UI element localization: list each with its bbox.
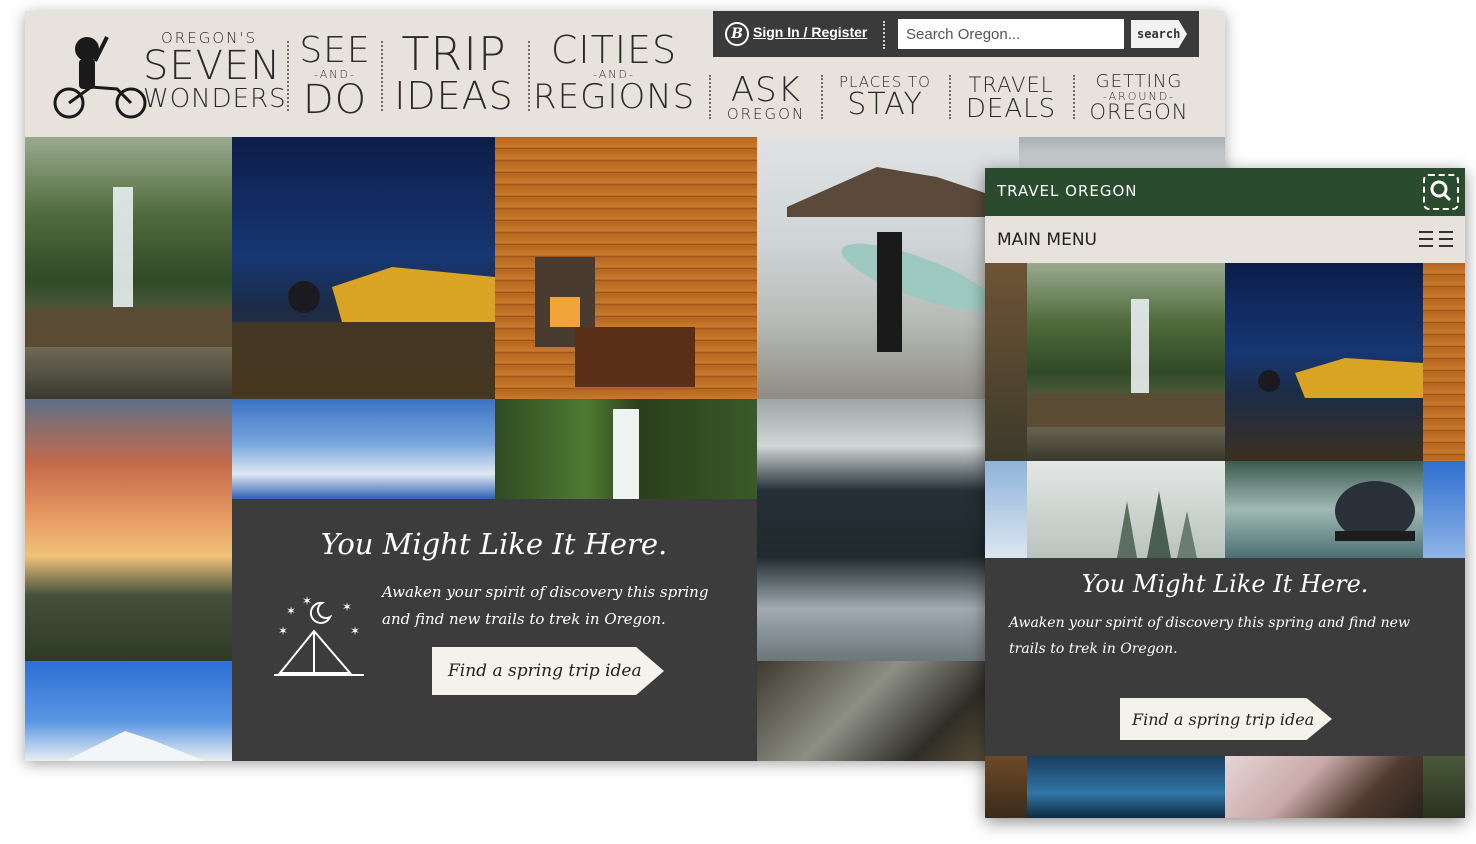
m-photo-waterfall[interactable] — [1027, 263, 1225, 461]
m-photo-edge-left[interactable] — [985, 263, 1027, 461]
nav-divider — [528, 41, 530, 111]
photo-night-rock[interactable] — [232, 137, 495, 399]
m-photo-bike-lake[interactable] — [1225, 461, 1423, 558]
brand-b-icon: B — [725, 22, 749, 46]
svg-text:✶: ✶ — [350, 624, 360, 638]
nav-divider — [821, 75, 823, 119]
m-photo-cabin-edge[interactable] — [1423, 263, 1465, 461]
search-input[interactable] — [898, 19, 1124, 49]
photo-surfer-beach[interactable] — [757, 137, 1019, 399]
nav-getting-pre: GETTING — [1095, 71, 1183, 92]
m-photo-night-rock[interactable] — [1225, 263, 1423, 461]
nav-getting-main: OREGON — [1089, 100, 1189, 124]
photo-blue-sky[interactable] — [232, 399, 495, 499]
spring-trip-idea-button[interactable]: Find a spring trip idea — [432, 647, 664, 695]
m-photo-bottom-lake[interactable] — [1027, 756, 1225, 818]
svg-text:✶: ✶ — [302, 595, 312, 608]
nav-see-and-do[interactable]: SEE -AND- DO — [293, 30, 377, 123]
m-photo-misty-trees[interactable] — [1027, 461, 1225, 558]
search-button[interactable]: search — [1131, 20, 1187, 48]
nav-divider — [1073, 75, 1075, 119]
nav-ask-main: ASK — [730, 70, 802, 110]
nav-see-and-do-pre: SEE — [299, 30, 371, 71]
mobile-main-menu-bar[interactable]: MAIN MENU — [985, 216, 1465, 263]
nav-cities-main: REGIONS — [533, 77, 696, 117]
promo-panel: You Might Like It Here. ✶ ✶ ✶ ✶ ✶ Awaken yo… — [232, 499, 756, 761]
nav-seven-wonders-main: SEVEN — [143, 43, 282, 89]
mobile-search-button[interactable] — [1423, 174, 1459, 210]
photo-log-cabin[interactable] — [495, 137, 757, 399]
mobile-promo-title: You Might Like It Here. — [1081, 570, 1369, 598]
utility-bar: B Sign In / Register search — [713, 11, 1199, 57]
m-photo-bottom-snow[interactable] — [1225, 756, 1423, 818]
nav-ask-post: OREGON — [726, 105, 806, 123]
site-header: OREGON'S SEVEN WONDERS SEE -AND- DO TRIP… — [25, 11, 1225, 137]
m-photo-bottom-edge[interactable] — [1423, 756, 1465, 818]
nav-seven-wonders-post: WONDERS — [143, 84, 287, 114]
nav-divider — [381, 41, 383, 111]
promo-body: Awaken your spirit of discovery this spr… — [382, 583, 709, 628]
mobile-promo-panel: You Might Like It Here. Awaken your spir… — [985, 558, 1465, 756]
nav-deals-pre: TRAVEL — [968, 73, 1054, 97]
nav-trip-ideas-main: TRIP — [401, 27, 507, 81]
search-icon — [1430, 180, 1452, 202]
mobile-promo-body: Awaken your spirit of discovery this spr… — [1009, 615, 1410, 657]
nav-trip-ideas[interactable]: TRIP IDEAS — [389, 31, 519, 115]
svg-text:✶: ✶ — [342, 600, 352, 614]
nav-getting-around-oregon[interactable]: GETTING -AROUND- OREGON — [1083, 73, 1195, 123]
mobile-header: TRAVEL OREGON — [985, 168, 1465, 216]
m-photo-edge-right[interactable] — [1423, 461, 1465, 558]
mobile-spring-trip-idea-button[interactable]: Find a spring trip idea — [1120, 698, 1332, 740]
sign-in-register-link[interactable]: Sign In / Register — [753, 24, 867, 40]
nav-divider — [287, 41, 289, 111]
photo-sunset-beach[interactable] — [25, 399, 232, 661]
main-menu-label: MAIN MENU — [997, 230, 1097, 250]
photo-mountain[interactable] — [25, 661, 232, 761]
photo-rocks[interactable] — [757, 661, 1019, 761]
photo-forest-waterfall[interactable] — [495, 399, 757, 499]
m-photo-bottom-1[interactable] — [985, 756, 1027, 818]
nav-ask-oregon[interactable]: ASK OREGON — [721, 73, 811, 122]
nav-travel-deals[interactable]: TRAVEL DEALS — [959, 73, 1063, 124]
nav-see-and-do-main: DO — [302, 77, 368, 123]
nav-trip-ideas-post: IDEAS — [394, 74, 514, 118]
photo-waterfall-hiker[interactable] — [25, 137, 232, 399]
bicyclist-logo-icon[interactable] — [47, 27, 151, 123]
nav-divider — [709, 75, 711, 119]
tent-stars-icon: ✶ ✶ ✶ ✶ ✶ — [274, 595, 364, 676]
mobile-site: TRAVEL OREGON MAIN MENU You Might Like I… — [985, 168, 1465, 818]
mobile-site-title[interactable]: TRAVEL OREGON — [997, 182, 1138, 200]
photo-misty-lake[interactable] — [757, 399, 1019, 661]
nav-places-to-stay[interactable]: PLACES TO STAY — [831, 75, 939, 120]
svg-text:✶: ✶ — [278, 624, 288, 638]
nav-cities-pre: CITIES — [550, 28, 678, 72]
nav-deals-main: DEALS — [965, 94, 1057, 124]
svg-text:✶: ✶ — [286, 604, 296, 618]
promo-title: You Might Like It Here. — [320, 527, 668, 561]
m-photo-sun-hiker[interactable] — [985, 461, 1027, 558]
nav-divider — [949, 75, 951, 119]
nav-seven-wonders[interactable]: OREGON'S SEVEN WONDERS — [143, 31, 287, 114]
utility-divider — [883, 21, 885, 49]
nav-places-main: STAY — [847, 87, 923, 122]
nav-cities-and-regions[interactable]: CITIES -AND- REGIONS — [533, 31, 695, 114]
menu-lines-icon[interactable] — [1417, 229, 1455, 249]
